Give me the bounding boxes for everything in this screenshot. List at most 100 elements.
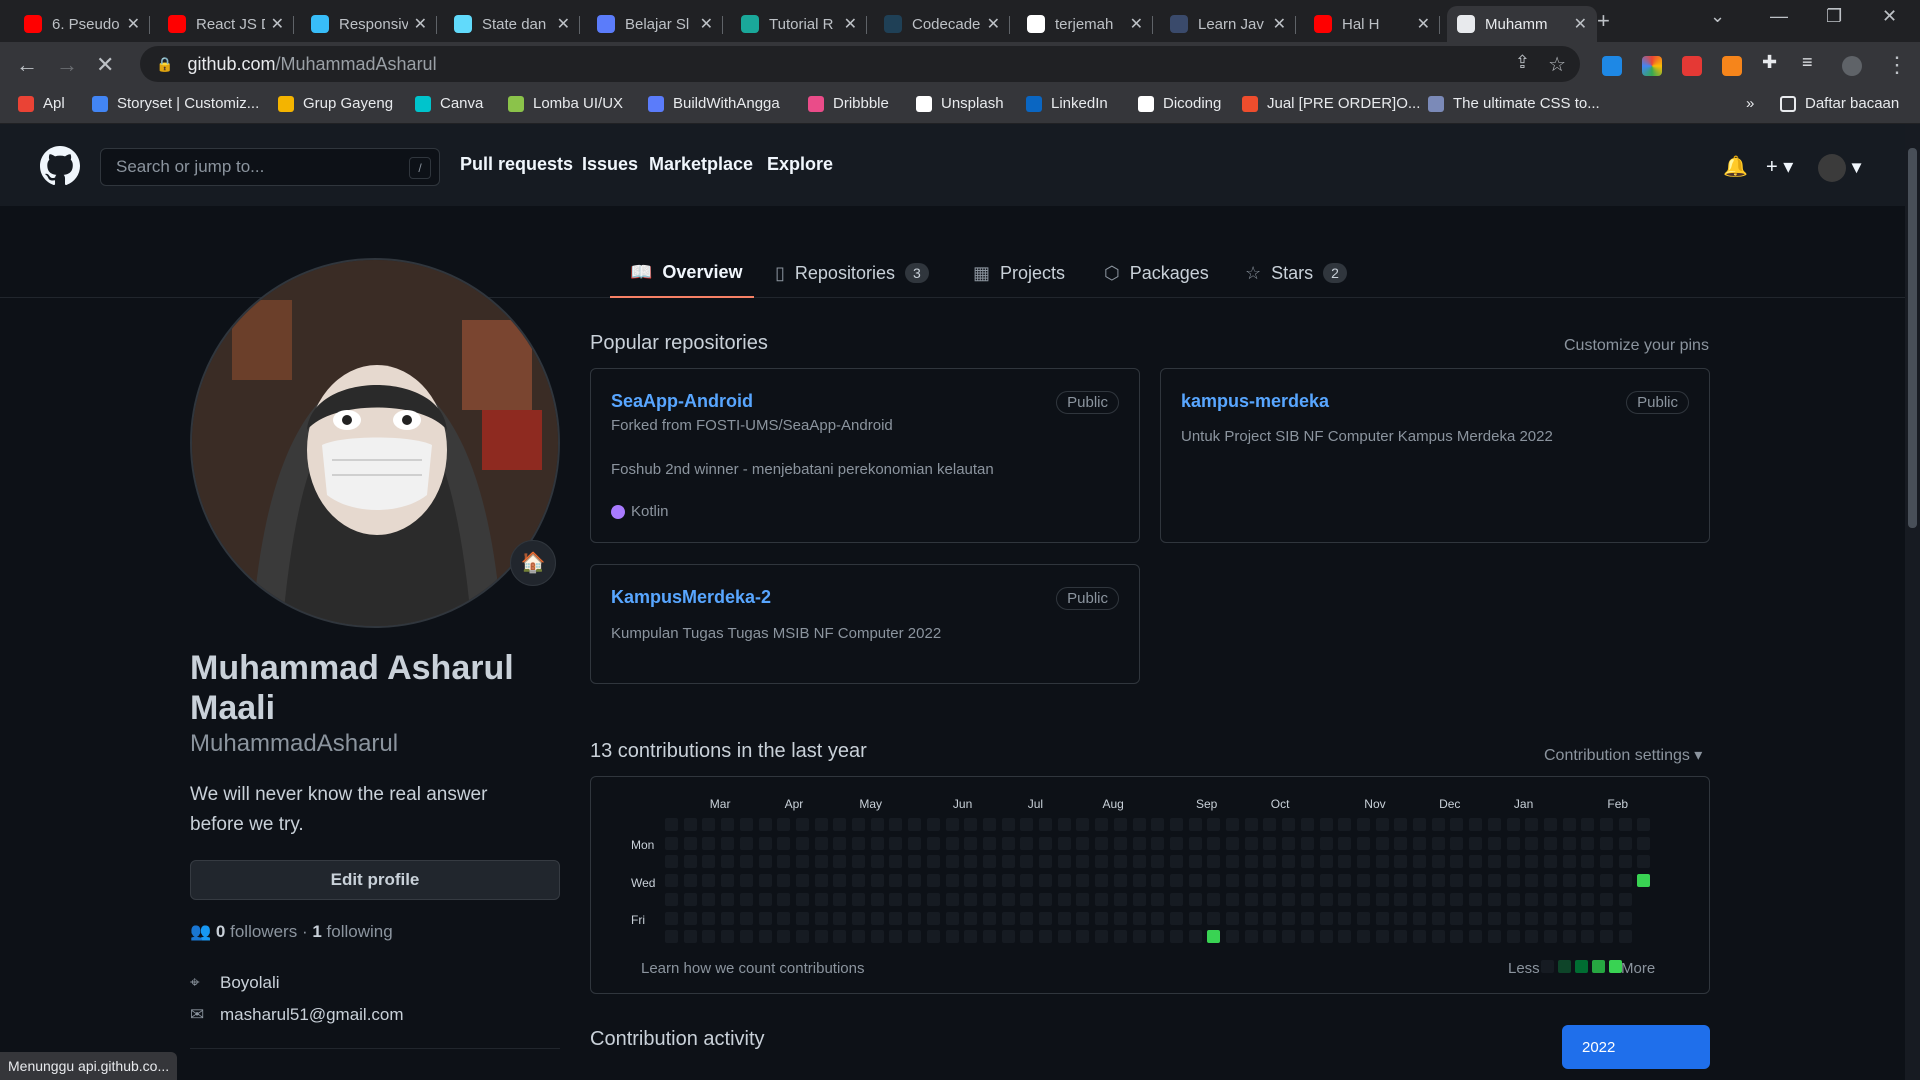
contribution-day-cell[interactable] [721, 836, 735, 850]
tab-stars[interactable]: ☆ Stars 2 [1245, 248, 1347, 298]
contribution-day-cell[interactable] [1506, 855, 1520, 869]
contribution-day-cell[interactable] [1319, 930, 1333, 944]
contribution-day-cell[interactable] [1469, 892, 1483, 906]
contribution-day-cell[interactable] [1356, 911, 1370, 925]
contribution-day-cell[interactable] [1506, 911, 1520, 925]
contribution-day-cell[interactable] [1226, 930, 1239, 944]
contribution-day-cell[interactable] [702, 892, 716, 906]
contribution-day-cell[interactable] [702, 836, 716, 850]
contribution-day-cell[interactable] [1282, 874, 1296, 888]
contribution-day-cell[interactable] [1525, 836, 1539, 850]
contribution-day-cell[interactable] [982, 818, 996, 831]
contribution-day-cell[interactable] [1450, 836, 1464, 850]
contribution-day-cell[interactable] [1338, 874, 1352, 888]
contribution-day-cell[interactable] [1263, 911, 1277, 925]
contribution-day-cell[interactable] [683, 874, 697, 888]
contribution-day-cell[interactable] [1151, 930, 1165, 944]
contribution-day-cell[interactable] [1095, 855, 1109, 869]
maximize-icon[interactable]: ❐ [1826, 6, 1842, 27]
bookmark-item[interactable]: Dicoding [1138, 95, 1221, 112]
tab-close-icon[interactable]: ✕ [844, 14, 857, 34]
contribution-day-cell[interactable] [795, 855, 809, 869]
contribution-day-cell[interactable] [1113, 836, 1127, 850]
contribution-day-cell[interactable] [1001, 874, 1015, 888]
contribution-day-cell[interactable] [1525, 818, 1539, 831]
contribution-day-cell[interactable] [1226, 911, 1239, 925]
contribution-day-cell[interactable] [683, 911, 697, 925]
bookmark-item[interactable]: Lomba UI/UX [508, 95, 623, 112]
contribution-day-cell[interactable] [1282, 930, 1296, 944]
contribution-day-cell[interactable] [1169, 911, 1183, 925]
contribution-day-cell[interactable] [777, 892, 791, 906]
contribution-day-cell[interactable] [1506, 836, 1520, 850]
contribution-day-cell[interactable] [1487, 818, 1501, 831]
browser-tab[interactable]: Responsiv ✕ [301, 6, 437, 42]
contribution-day-cell[interactable] [1095, 930, 1109, 944]
media-control-icon[interactable]: ≡ [1802, 52, 1822, 72]
contribution-day-cell[interactable] [1319, 836, 1333, 850]
contribution-day-cell[interactable] [833, 836, 847, 850]
contribution-day-cell[interactable] [1562, 818, 1576, 831]
contribution-day-cell[interactable] [1039, 892, 1052, 906]
contribution-day-cell[interactable] [1413, 836, 1426, 850]
contribution-day-cell[interactable] [1020, 855, 1034, 869]
contribution-day-cell[interactable] [889, 892, 903, 906]
browser-tab[interactable]: terjemah ✕ [1017, 6, 1153, 42]
contribution-day-cell[interactable] [1169, 818, 1183, 831]
contribution-day-cell[interactable] [1207, 930, 1221, 944]
contribution-day-cell[interactable] [1431, 892, 1445, 906]
contribution-day-cell[interactable] [777, 911, 791, 925]
contribution-day-cell[interactable] [777, 874, 791, 888]
contribution-day-cell[interactable] [1244, 818, 1258, 831]
set-status-button[interactable]: 🏠 [510, 540, 556, 586]
contribution-day-cell[interactable] [1300, 874, 1314, 888]
contribution-day-cell[interactable] [1431, 874, 1445, 888]
contribution-day-cell[interactable] [908, 911, 922, 925]
contribution-day-cell[interactable] [1506, 818, 1520, 831]
contribution-day-cell[interactable] [1431, 911, 1445, 925]
browser-tab[interactable]: React JS D ✕ [158, 6, 294, 42]
contribution-day-cell[interactable] [964, 892, 978, 906]
contribution-day-cell[interactable] [1543, 892, 1557, 906]
contribution-day-cell[interactable] [683, 855, 697, 869]
contribution-day-cell[interactable] [1413, 855, 1426, 869]
contribution-day-cell[interactable] [1506, 892, 1520, 906]
contribution-day-cell[interactable] [982, 836, 996, 850]
contribution-settings-dropdown[interactable]: Contribution settings ▾ [1544, 745, 1702, 765]
contribution-day-cell[interactable] [1113, 892, 1127, 906]
contribution-day-cell[interactable] [1020, 836, 1034, 850]
contribution-day-cell[interactable] [852, 892, 865, 906]
email-text[interactable]: masharul51@gmail.com [220, 1005, 404, 1025]
browser-tab[interactable]: State dan ✕ [444, 6, 580, 42]
contribution-day-cell[interactable] [1132, 911, 1146, 925]
contribution-day-cell[interactable] [1057, 911, 1071, 925]
contribution-day-cell[interactable] [1525, 874, 1539, 888]
contribution-day-cell[interactable] [1263, 892, 1277, 906]
tab-overview[interactable]: 📖 Overview [610, 248, 754, 298]
contribution-day-cell[interactable] [1020, 930, 1034, 944]
contribution-day-cell[interactable] [795, 836, 809, 850]
contribution-day-cell[interactable] [683, 930, 697, 944]
contribution-day-cell[interactable] [1039, 836, 1052, 850]
contribution-day-cell[interactable] [683, 818, 697, 831]
contribution-day-cell[interactable] [1188, 892, 1202, 906]
bookmark-item[interactable]: Canva [415, 95, 483, 112]
tab-close-icon[interactable]: ✕ [1273, 14, 1286, 34]
repo-link[interactable]: kampus-merdeka [1181, 391, 1329, 412]
contribution-day-cell[interactable] [1057, 855, 1071, 869]
contribution-day-cell[interactable] [1226, 818, 1239, 831]
contribution-day-cell[interactable] [1244, 930, 1258, 944]
contribution-day-cell[interactable] [1356, 874, 1370, 888]
tab-close-icon[interactable]: ✕ [557, 14, 570, 34]
contribution-day-cell[interactable] [908, 836, 922, 850]
contribution-day-cell[interactable] [1581, 892, 1595, 906]
contribution-day-cell[interactable] [945, 911, 959, 925]
contribution-day-cell[interactable] [1600, 874, 1613, 888]
contribution-day-cell[interactable] [683, 892, 697, 906]
contribution-day-cell[interactable] [982, 874, 996, 888]
browser-tab[interactable]: Hal H ✕ [1304, 6, 1440, 42]
contribution-day-cell[interactable] [1113, 930, 1127, 944]
contribution-day-cell[interactable] [758, 818, 772, 831]
contribution-day-cell[interactable] [1543, 818, 1557, 831]
contribution-day-cell[interactable] [982, 930, 996, 944]
